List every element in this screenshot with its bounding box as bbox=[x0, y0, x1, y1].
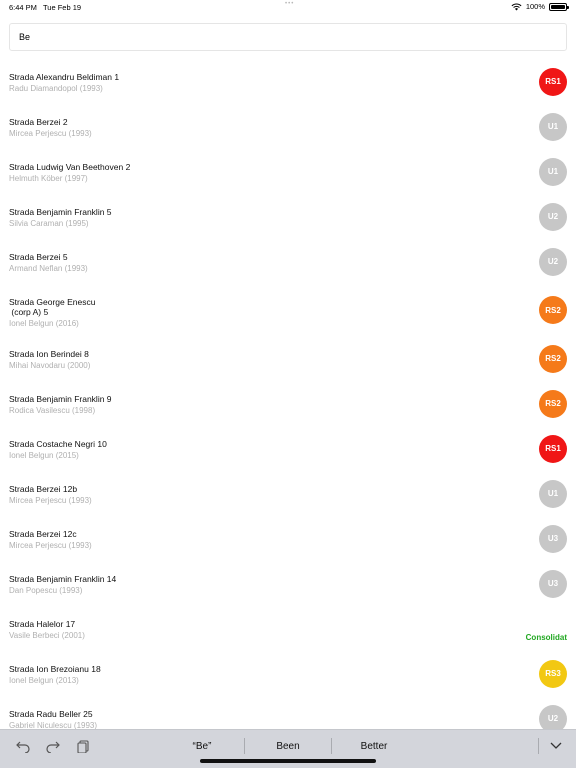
author-name: Mircea Perjescu (1993) bbox=[9, 129, 92, 138]
author-name: Silvia Caraman (1995) bbox=[9, 219, 89, 228]
status-right: 100% bbox=[511, 2, 569, 11]
list-item[interactable]: Strada Berzei 12b Mircea Perjescu (1993) U… bbox=[0, 471, 576, 516]
list-item[interactable]: Strada Berzei 12c Mircea Perjescu (1993) U… bbox=[0, 516, 576, 561]
undo-icon[interactable] bbox=[15, 739, 31, 754]
street-name: Strada Halelor 17 bbox=[9, 619, 76, 629]
street-name: Strada Ludwig Van Beethoven 2 bbox=[9, 162, 131, 172]
risk-badge: RS3 bbox=[539, 659, 567, 688]
street-name: Strada Radu Beller 25 bbox=[9, 709, 93, 719]
risk-badge: RS2 bbox=[539, 344, 567, 373]
list-item[interactable]: Strada Benjamin Franklin 14 Dan Popescu (… bbox=[0, 561, 576, 606]
suggestion-1[interactable]: “Be” bbox=[157, 741, 247, 752]
author-name: Rodica Vasilescu (1998) bbox=[9, 406, 96, 415]
battery-percent: 100% bbox=[525, 2, 545, 11]
multitasking-dots[interactable]: ••• bbox=[285, 1, 294, 7]
author-name: Ionel Belgun (2013) bbox=[9, 676, 79, 685]
status-time: 6:44 PM bbox=[9, 3, 37, 12]
list-item[interactable]: Strada George Enescu (corp A) 5 Ionel Bel… bbox=[0, 284, 576, 336]
risk-badge: RS2 bbox=[539, 296, 567, 324]
status-bar: 6:44 PM Tue Feb 19 ••• 100% bbox=[0, 0, 576, 16]
author-name: Ionel Belgun (2015) bbox=[9, 451, 79, 460]
risk-badge: U3 bbox=[539, 569, 567, 598]
street-name: Strada Benjamin Franklin 5 bbox=[9, 207, 112, 217]
chevron-down-icon[interactable] bbox=[548, 739, 564, 753]
risk-badge: U2 bbox=[539, 202, 567, 231]
redo-icon[interactable] bbox=[45, 739, 61, 754]
street-name: Strada Ion Brezoianu 18 bbox=[9, 664, 101, 674]
risk-badge: U1 bbox=[539, 157, 567, 186]
street-name: Strada Berzei 5 bbox=[9, 252, 68, 262]
list-item[interactable]: Strada Berzei 2 Mircea Perjescu (1993) U1 bbox=[0, 104, 576, 149]
street-name: Strada Alexandru Beldiman 1 bbox=[9, 72, 120, 82]
list-item[interactable]: Strada Ion Brezoianu 18 Ionel Belgun (201… bbox=[0, 651, 576, 696]
risk-badge: RS1 bbox=[539, 67, 567, 96]
risk-badge: U2 bbox=[539, 247, 567, 276]
list-item[interactable]: Strada Ludwig Van Beethoven 2 Helmuth Köb… bbox=[0, 149, 576, 194]
risk-badge: Consolidat bbox=[525, 633, 567, 642]
risk-badge: RS1 bbox=[539, 434, 567, 463]
author-name: Mircea Perjescu (1993) bbox=[9, 496, 92, 505]
search-input[interactable] bbox=[10, 24, 566, 50]
suggestion-2[interactable]: Been bbox=[243, 741, 333, 752]
street-name: Strada Benjamin Franklin 9 bbox=[9, 394, 112, 404]
street-name: Strada Costache Negri 10 bbox=[9, 439, 107, 449]
street-name: Strada Berzei 12b bbox=[9, 484, 78, 494]
street-name: Strada George Enescu (corp A) 5 bbox=[9, 297, 96, 317]
author-name: Helmuth Köber (1997) bbox=[9, 174, 88, 183]
risk-badge: U3 bbox=[539, 524, 567, 553]
battery-icon bbox=[549, 2, 569, 11]
author-name: Mircea Perjescu (1993) bbox=[9, 541, 92, 550]
author-name: Dan Popescu (1993) bbox=[9, 586, 83, 595]
home-indicator[interactable] bbox=[200, 759, 376, 763]
risk-badge: U1 bbox=[539, 112, 567, 141]
list-item[interactable]: Strada Benjamin Franklin 5 Silvia Caraman… bbox=[0, 194, 576, 239]
list-item[interactable]: Strada Alexandru Beldiman 1 Radu Diamando… bbox=[0, 59, 576, 104]
street-name: Strada Berzei 2 bbox=[9, 117, 68, 127]
paste-icon[interactable] bbox=[76, 739, 92, 754]
author-name: Radu Diamandopol (1993) bbox=[9, 84, 103, 93]
toolbar-divider bbox=[538, 738, 539, 754]
risk-badge: U1 bbox=[539, 479, 567, 508]
risk-badge: RS2 bbox=[539, 389, 567, 418]
status-date: Tue Feb 19 bbox=[43, 3, 82, 12]
street-name: Strada Benjamin Franklin 14 bbox=[9, 574, 117, 584]
list-item[interactable]: Strada Halelor 17 Vasile Berbeci (2001) Co… bbox=[0, 606, 576, 651]
list-item[interactable]: Strada Ion Berindei 8 Mihai Navodaru (200… bbox=[0, 336, 576, 381]
wifi-icon bbox=[511, 3, 522, 11]
author-name: Vasile Berbeci (2001) bbox=[9, 631, 85, 640]
author-name: Armand Neflan (1993) bbox=[9, 264, 88, 273]
list-item[interactable]: Strada Berzei 5 Armand Neflan (1993) U2 bbox=[0, 239, 576, 284]
list-item[interactable]: Strada Benjamin Franklin 9 Rodica Vasiles… bbox=[0, 381, 576, 426]
author-name: Ionel Belgun (2016) bbox=[9, 319, 79, 328]
author-name: Mihai Navodaru (2000) bbox=[9, 361, 91, 370]
street-name: Strada Berzei 12c bbox=[9, 529, 77, 539]
street-name: Strada Ion Berindei 8 bbox=[9, 349, 89, 359]
search-field[interactable] bbox=[9, 23, 567, 51]
list-item[interactable]: Strada Costache Negri 10 Ionel Belgun (20… bbox=[0, 426, 576, 471]
suggestion-3[interactable]: Better bbox=[329, 741, 419, 752]
